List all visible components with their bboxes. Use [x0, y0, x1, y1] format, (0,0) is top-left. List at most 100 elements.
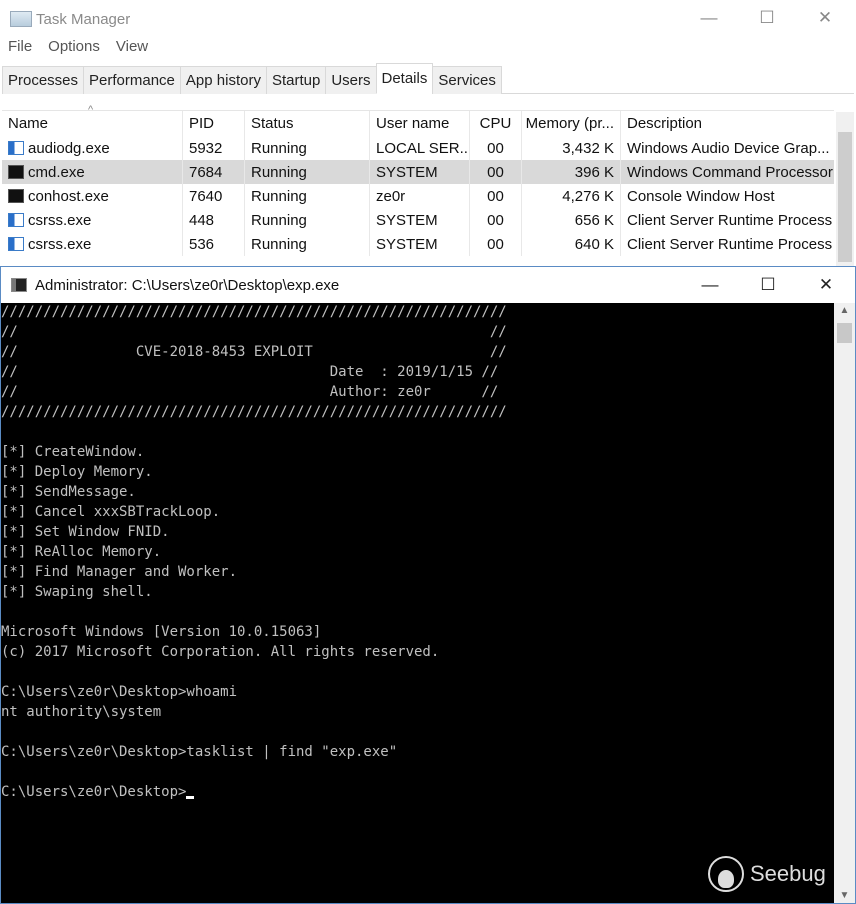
console-app-icon	[8, 165, 24, 179]
console-line: nt authority\system	[1, 704, 162, 720]
console-scrollbar-thumb[interactable]	[837, 323, 852, 343]
column-pid[interactable]: PID	[183, 111, 245, 136]
console-minimize-button[interactable]: —	[681, 267, 739, 303]
task-manager-icon	[10, 11, 32, 27]
cell-name: csrss.exe	[2, 208, 183, 232]
minimize-button[interactable]: —	[680, 0, 738, 36]
console-line: [*] Set Window FNID.	[1, 524, 170, 540]
console-line: ////////////////////////////////////////…	[1, 304, 507, 320]
cell-name: cmd.exe	[2, 160, 183, 184]
menu-file[interactable]: File	[8, 38, 32, 62]
scrollbar-thumb[interactable]	[838, 132, 852, 262]
cell-memory: 656 K	[522, 208, 621, 232]
cell-user: SYSTEM	[370, 232, 470, 256]
seebug-watermark: Seebug	[708, 856, 826, 892]
console-line: [*] SendMessage.	[1, 484, 136, 500]
process-table: Name PID Status User name CPU Memory (pr…	[2, 110, 834, 256]
tab-performance[interactable]: Performance	[83, 66, 181, 94]
cell-status: Running	[245, 184, 370, 208]
console-line: Microsoft Windows [Version 10.0.15063]	[1, 624, 322, 640]
menu-bar: File Options View	[0, 38, 156, 62]
tab-services[interactable]: Services	[432, 66, 502, 94]
process-name: cmd.exe	[28, 163, 85, 181]
cell-cpu: 00	[470, 232, 522, 256]
menu-view[interactable]: View	[116, 38, 148, 62]
cell-memory: 4,276 K	[522, 184, 621, 208]
console-title-bar: Administrator: C:\Users\ze0r\Desktop\exp…	[1, 267, 855, 303]
cell-status: Running	[245, 136, 370, 160]
column-cpu[interactable]: CPU	[470, 111, 522, 136]
console-line: // Author: ze0r //	[1, 384, 499, 400]
cell-status: Running	[245, 232, 370, 256]
tab-users[interactable]: Users	[325, 66, 377, 94]
window-app-icon	[8, 213, 24, 227]
table-header: Name PID Status User name CPU Memory (pr…	[2, 110, 834, 136]
maximize-button[interactable]: ☐	[738, 0, 796, 36]
console-app-icon	[8, 189, 24, 203]
console-line: C:\Users\ze0r\Desktop>whoami	[1, 684, 238, 700]
process-name: audiodg.exe	[28, 139, 110, 157]
cell-user: SYSTEM	[370, 208, 470, 232]
cell-user: ze0r	[370, 184, 470, 208]
cell-name: conhost.exe	[2, 184, 183, 208]
console-line: // CVE-2018-8453 EXPLOIT //	[1, 344, 507, 360]
seebug-logo-icon	[708, 856, 744, 892]
tab-app-history[interactable]: App history	[179, 66, 267, 94]
console-icon	[11, 278, 27, 292]
window-app-icon	[8, 237, 24, 251]
cell-memory: 640 K	[522, 232, 621, 256]
tab-details[interactable]: Details	[375, 63, 434, 94]
table-row[interactable]: conhost.exe 7640 Running ze0r 00 4,276 K Conso…	[2, 184, 834, 208]
column-name[interactable]: Name	[2, 111, 183, 136]
console-window: Administrator: C:\Users\ze0r\Desktop\exp…	[0, 266, 856, 904]
cell-description: Client Server Runtime Process	[627, 235, 833, 253]
console-line: // //	[1, 324, 507, 340]
cell-pid: 7640	[183, 184, 245, 208]
cell-status: Running	[245, 160, 370, 184]
text-cursor	[186, 796, 195, 799]
cell-cpu: 00	[470, 160, 522, 184]
column-user-name[interactable]: User name	[370, 111, 470, 136]
console-text: ////////////////////////////////////////…	[1, 303, 834, 802]
cell-status: Running	[245, 208, 370, 232]
cell-pid: 536	[183, 232, 245, 256]
cell-pid: 5932	[183, 136, 245, 160]
column-memory[interactable]: Memory (pr...	[522, 111, 621, 136]
window-title: Task Manager	[36, 10, 131, 28]
cell-description: Windows Audio Device Grap...	[627, 139, 830, 157]
table-row[interactable]: csrss.exe 536 Running SYSTEM 00 640 K Client S…	[2, 232, 834, 256]
menu-options[interactable]: Options	[48, 38, 100, 62]
cell-memory: 3,432 K	[522, 136, 621, 160]
scroll-up-icon[interactable]: ▲	[834, 305, 855, 316]
cell-description: Windows Command Processor	[627, 163, 833, 181]
cell-user: SYSTEM	[370, 160, 470, 184]
console-scrollbar[interactable]: ▲ ▼	[834, 303, 855, 903]
cell-name: csrss.exe	[2, 232, 183, 256]
cell-user: LOCAL SER...	[370, 136, 470, 160]
process-name: csrss.exe	[28, 211, 92, 229]
table-row[interactable]: audiodg.exe 5932 Running LOCAL SER... 00 3,43…	[2, 136, 834, 160]
scroll-down-icon[interactable]: ▼	[834, 890, 855, 901]
console-line: [*] Swaping shell.	[1, 584, 153, 600]
console-title: Administrator: C:\Users\ze0r\Desktop\exp…	[35, 276, 340, 294]
process-name: conhost.exe	[28, 187, 109, 205]
console-close-button[interactable]: ✕	[797, 267, 855, 303]
table-row[interactable]: csrss.exe 448 Running SYSTEM 00 656 K Client S…	[2, 208, 834, 232]
close-button[interactable]: ✕	[796, 0, 854, 36]
cell-memory: 396 K	[522, 160, 621, 184]
window-app-icon	[8, 141, 24, 155]
console-line: [*] Cancel xxxSBTrackLoop.	[1, 504, 221, 520]
console-maximize-button[interactable]: ☐	[739, 267, 797, 303]
task-manager-title-bar: Task Manager — ☐ ✕	[0, 0, 856, 38]
column-status[interactable]: Status	[245, 111, 370, 136]
watermark-text: Seebug	[750, 861, 826, 886]
cell-cpu: 00	[470, 208, 522, 232]
console-prompt: C:\Users\ze0r\Desktop>	[1, 784, 187, 800]
tab-startup[interactable]: Startup	[265, 66, 327, 94]
cell-description: Client Server Runtime Process	[627, 211, 833, 229]
task-manager-scrollbar[interactable]	[836, 112, 854, 266]
table-row[interactable]: cmd.exe 7684 Running SYSTEM 00 396 K Windows C…	[2, 160, 834, 184]
console-output[interactable]: ////////////////////////////////////////…	[1, 303, 834, 903]
column-description[interactable]: Description	[621, 111, 834, 136]
tab-processes[interactable]: Processes	[2, 66, 85, 94]
